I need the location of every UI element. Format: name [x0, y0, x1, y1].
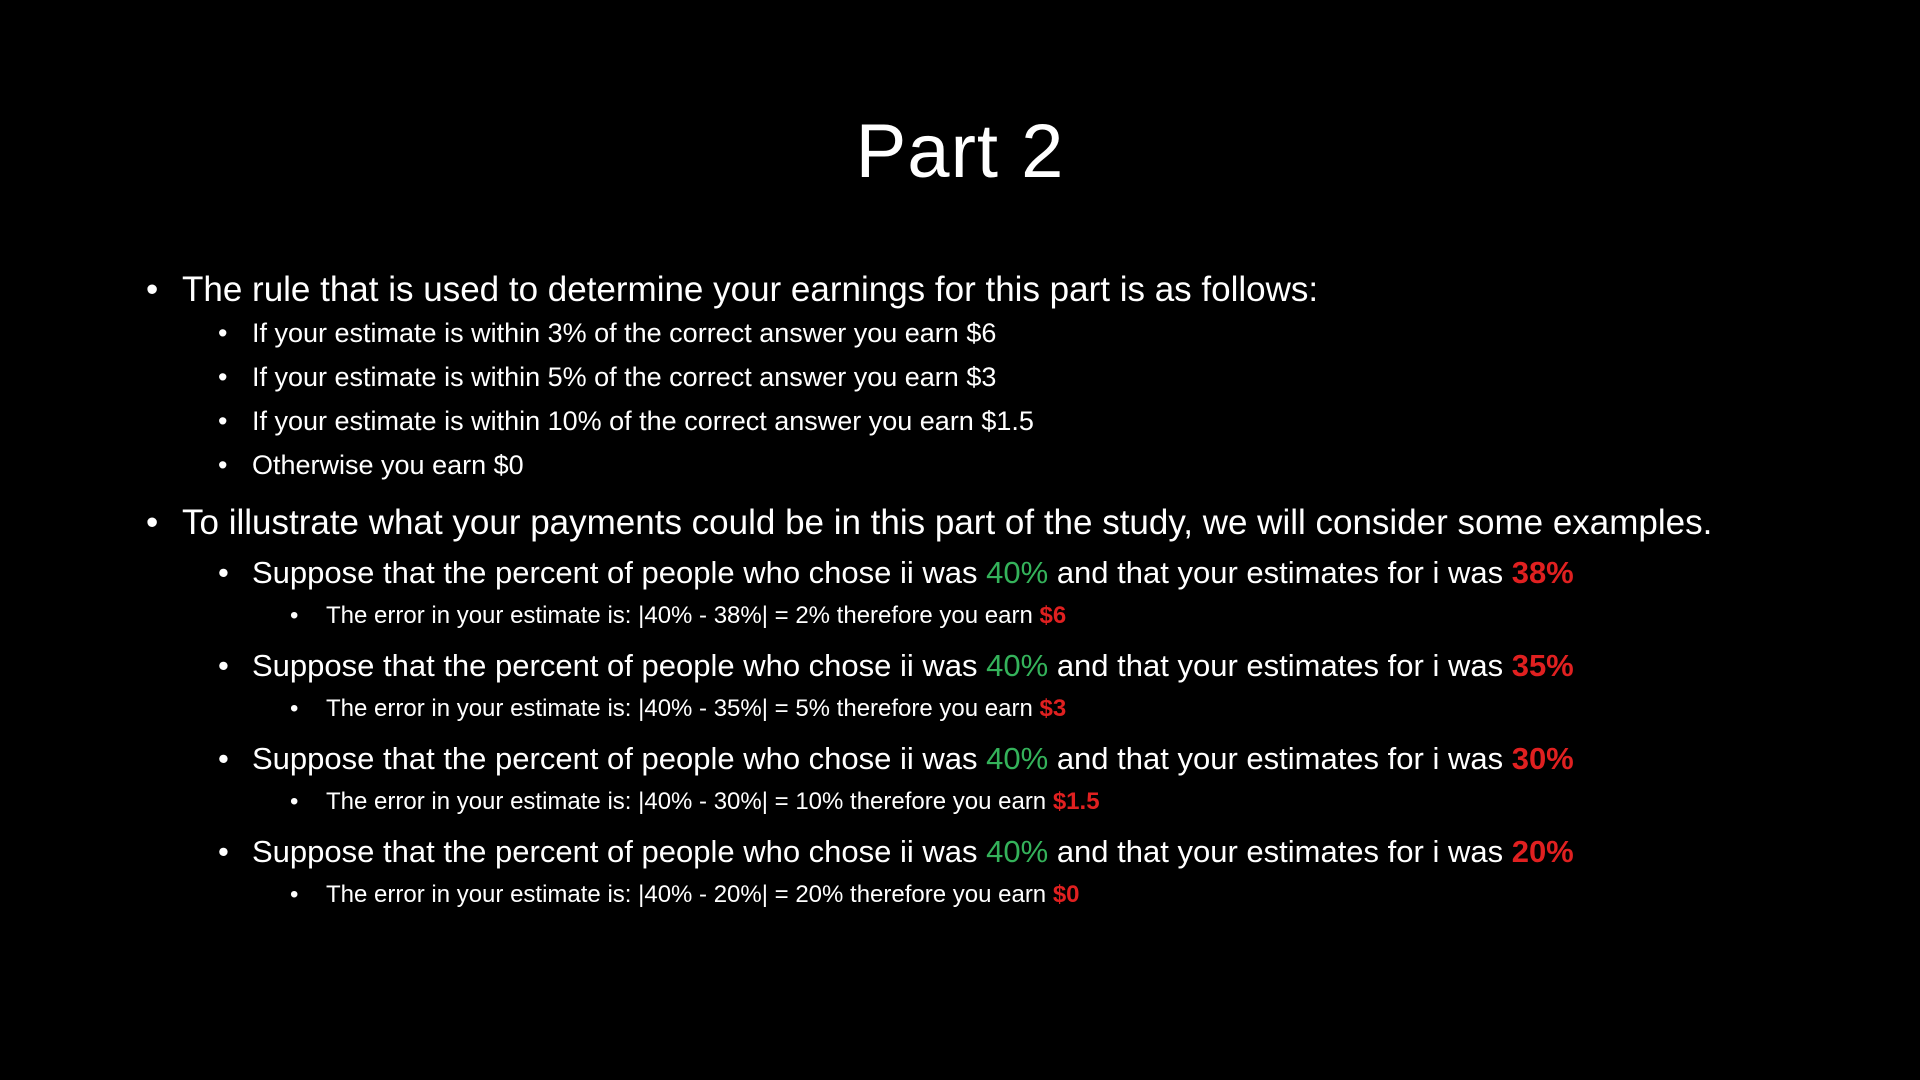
earn-value: $1.5	[1052, 788, 1100, 815]
example-item: Suppose that the percent of people who c…	[218, 829, 1846, 874]
example-lead: Suppose that the percent of people who c…	[252, 741, 987, 776]
example-error: The error in your estimate is: |40% - 30…	[290, 781, 1846, 823]
error-text: The error in your estimate is: |40% - 38…	[326, 602, 1040, 629]
example-mid: and that your estimates for i was	[1048, 741, 1512, 776]
actual-value: 40%	[986, 741, 1049, 776]
estimate-value: 35%	[1511, 648, 1574, 683]
example-mid: and that your estimates for i was	[1048, 834, 1512, 869]
estimate-value: 30%	[1511, 741, 1574, 776]
example-error: The error in your estimate is: |40% - 35…	[290, 688, 1846, 730]
earn-value: $3	[1039, 695, 1067, 722]
example-item: Suppose that the percent of people who c…	[218, 736, 1846, 781]
rule-item: If your estimate is within 10% of the co…	[218, 399, 1846, 443]
example-mid: and that your estimates for i was	[1048, 555, 1512, 590]
slide: Part 2 The rule that is used to determin…	[0, 0, 1920, 1080]
actual-value: 40%	[986, 555, 1049, 590]
earn-value: $6	[1039, 602, 1067, 629]
rule-intro-text: The rule that is used to determine your …	[182, 270, 1319, 309]
example-item: Suppose that the percent of people who c…	[218, 643, 1846, 688]
actual-value: 40%	[986, 834, 1049, 869]
example-mid: and that your estimates for i was	[1048, 648, 1512, 683]
actual-value: 40%	[986, 648, 1049, 683]
rule-item: If your estimate is within 5% of the cor…	[218, 355, 1846, 399]
earn-value: $0	[1052, 881, 1080, 908]
error-text: The error in your estimate is: |40% - 30…	[326, 788, 1053, 815]
example-item: Suppose that the percent of people who c…	[218, 550, 1846, 595]
example-error: The error in your estimate is: |40% - 20…	[290, 874, 1846, 916]
example-lead: Suppose that the percent of people who c…	[252, 648, 987, 683]
rule-intro-bullet: The rule that is used to determine your …	[146, 268, 1846, 487]
examples-intro-text: To illustrate what your payments could b…	[182, 503, 1713, 542]
example-lead: Suppose that the percent of people who c…	[252, 555, 987, 590]
rule-item: If your estimate is within 3% of the cor…	[218, 311, 1846, 355]
examples-list: Suppose that the percent of people who c…	[146, 550, 1846, 916]
estimate-value: 38%	[1511, 555, 1574, 590]
bullet-list: The rule that is used to determine your …	[146, 268, 1846, 916]
error-text: The error in your estimate is: |40% - 35…	[326, 695, 1040, 722]
slide-content: The rule that is used to determine your …	[146, 268, 1846, 916]
example-error: The error in your estimate is: |40% - 38…	[290, 595, 1846, 637]
examples-intro-bullet: To illustrate what your payments could b…	[146, 501, 1846, 916]
slide-title: Part 2	[855, 109, 1065, 194]
estimate-value: 20%	[1511, 834, 1574, 869]
rules-list: If your estimate is within 3% of the cor…	[146, 311, 1846, 487]
example-lead: Suppose that the percent of people who c…	[252, 834, 987, 869]
rule-item: Otherwise you earn $0	[218, 443, 1846, 487]
error-text: The error in your estimate is: |40% - 20…	[326, 881, 1053, 908]
